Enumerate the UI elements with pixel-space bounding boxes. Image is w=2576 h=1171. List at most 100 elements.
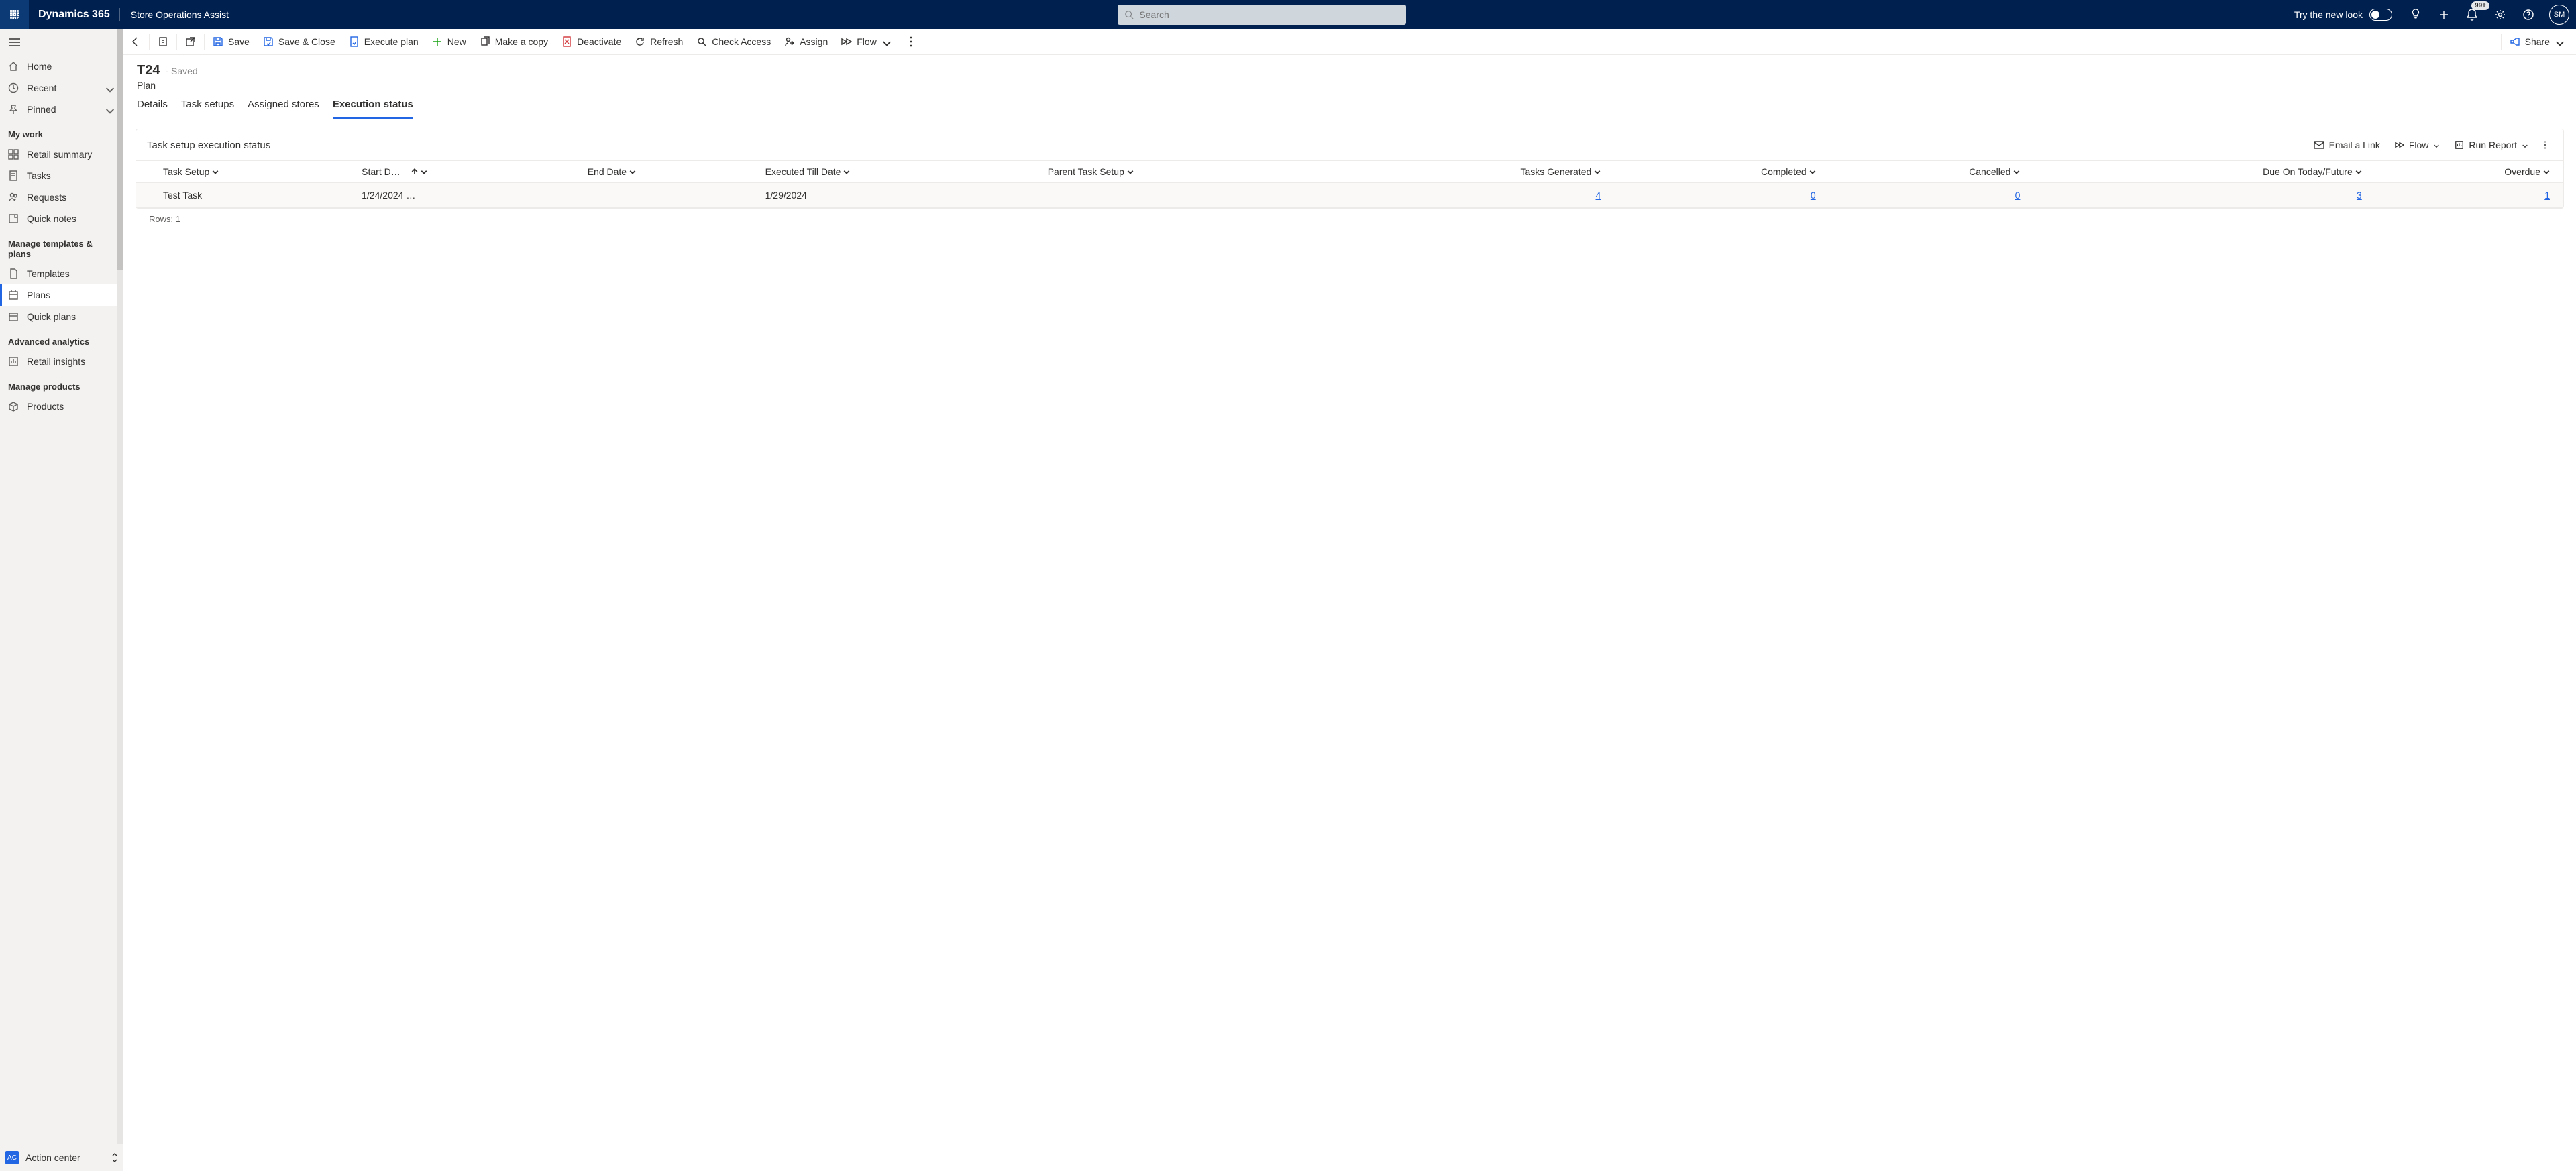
- chevron-down-icon: [2522, 142, 2528, 148]
- record-title: T24: [137, 63, 160, 78]
- copy-icon: [480, 36, 490, 47]
- sidebar-item-retail-summary[interactable]: Retail summary: [0, 144, 123, 165]
- toggle-switch[interactable]: [2369, 9, 2392, 21]
- sidebar-label: Pinned: [27, 104, 56, 115]
- sidebar-item-pinned[interactable]: Pinned: [0, 99, 123, 120]
- access-icon: [696, 36, 707, 47]
- make-copy-button[interactable]: Make a copy: [473, 29, 555, 55]
- col-end-date[interactable]: End Date: [581, 161, 759, 183]
- sidebar-item-plans[interactable]: Plans: [0, 284, 123, 306]
- sidebar-group-templates: Manage templates & plans: [0, 229, 123, 263]
- col-start-date[interactable]: Start D…: [355, 161, 581, 183]
- assign-icon: [784, 36, 795, 47]
- tab-assigned-stores[interactable]: Assigned stores: [248, 99, 319, 119]
- chevron-down-icon: [105, 104, 115, 115]
- new-button[interactable]: New: [425, 29, 473, 55]
- col-parent-task[interactable]: Parent Task Setup: [1041, 161, 1326, 183]
- col-due-today-future[interactable]: Due On Today/Future: [2033, 161, 2375, 183]
- sidebar-item-templates[interactable]: Templates: [0, 263, 123, 284]
- save-button[interactable]: Save: [206, 29, 256, 55]
- user-avatar[interactable]: SM: [2549, 5, 2569, 25]
- subgrid-flow-button[interactable]: Flow: [2390, 137, 2446, 153]
- sidebar-group-products: Manage products: [0, 372, 123, 396]
- deactivate-icon: [561, 36, 572, 47]
- save-close-button[interactable]: Save & Close: [256, 29, 342, 55]
- more-commands-button[interactable]: [899, 29, 923, 55]
- tab-task-setups[interactable]: Task setups: [181, 99, 234, 119]
- sidebar-label: Retail insights: [27, 356, 85, 367]
- run-report-button[interactable]: Run Report: [2449, 137, 2534, 153]
- action-center-label: Action center: [25, 1152, 80, 1163]
- notifications-button[interactable]: 99+: [2458, 0, 2486, 29]
- share-button[interactable]: Share: [2503, 29, 2572, 55]
- col-cancelled[interactable]: Cancelled: [1829, 161, 2034, 183]
- arrow-left-icon: [130, 36, 141, 47]
- help-button[interactable]: [2514, 0, 2542, 29]
- try-new-look-toggle[interactable]: Try the new look: [2285, 9, 2402, 21]
- chevron-down-icon: [2433, 142, 2440, 148]
- note-icon: [8, 213, 19, 224]
- calendar2-icon: [8, 311, 19, 322]
- sidebar-label: Templates: [27, 268, 70, 279]
- tab-execution-status[interactable]: Execution status: [333, 99, 413, 119]
- global-search[interactable]: [1118, 5, 1406, 25]
- sidebar-label: Requests: [27, 192, 66, 203]
- link-overdue[interactable]: 1: [2544, 190, 2550, 201]
- table-row[interactable]: Test Task 1/24/2024 … 1/29/2024 4 0 0 3 …: [136, 183, 2563, 208]
- flow-icon: [2395, 140, 2404, 150]
- settings-button[interactable]: [2486, 0, 2514, 29]
- sidebar-footer-action-center[interactable]: AC Action center: [0, 1144, 123, 1171]
- cell-executed-till: 1/29/2024: [759, 183, 1041, 208]
- col-tasks-generated[interactable]: Tasks Generated: [1326, 161, 1615, 183]
- email-link-button[interactable]: Email a Link: [2308, 137, 2385, 153]
- try-new-label: Try the new look: [2294, 9, 2363, 20]
- sidebar-label: Plans: [27, 290, 50, 300]
- link-completed[interactable]: 0: [1811, 190, 1816, 201]
- add-button[interactable]: [2430, 0, 2458, 29]
- sidebar-scrollbar-thumb[interactable]: [117, 29, 123, 270]
- assign-button[interactable]: Assign: [777, 29, 835, 55]
- cell-parent-task: [1041, 183, 1326, 208]
- cell-start-date: 1/24/2024 …: [355, 183, 581, 208]
- app-launcher-button[interactable]: [0, 0, 29, 29]
- link-due-today-future[interactable]: 3: [2357, 190, 2362, 201]
- lightbulb-button[interactable]: [2402, 0, 2430, 29]
- subgrid-more-button[interactable]: [2538, 138, 2553, 152]
- report-icon: [2455, 140, 2464, 150]
- col-overdue[interactable]: Overdue: [2375, 161, 2563, 183]
- deactivate-button[interactable]: Deactivate: [555, 29, 628, 55]
- back-button[interactable]: [123, 29, 148, 55]
- execute-plan-button[interactable]: Execute plan: [342, 29, 425, 55]
- mail-icon: [2314, 141, 2324, 149]
- search-input[interactable]: [1139, 9, 1399, 20]
- sidebar-item-home[interactable]: Home: [0, 56, 123, 77]
- sidebar-item-retail-insights[interactable]: Retail insights: [0, 351, 123, 372]
- sidebar-item-quick-plans[interactable]: Quick plans: [0, 306, 123, 327]
- sidebar-item-recent[interactable]: Recent: [0, 77, 123, 99]
- sidebar-label: Retail summary: [27, 149, 92, 160]
- share-icon: [2510, 36, 2520, 47]
- sidebar-item-quick-notes[interactable]: Quick notes: [0, 208, 123, 229]
- hamburger-icon[interactable]: [9, 38, 20, 46]
- search-icon: [1124, 10, 1134, 19]
- sidebar-label: Tasks: [27, 170, 51, 181]
- tab-details[interactable]: Details: [137, 99, 168, 119]
- col-executed-till[interactable]: Executed Till Date: [759, 161, 1041, 183]
- flow-button[interactable]: Flow: [835, 29, 899, 55]
- sidebar-group-mywork: My work: [0, 120, 123, 144]
- col-task-setup[interactable]: Task Setup: [156, 161, 355, 183]
- link-tasks-generated[interactable]: 4: [1596, 190, 1601, 201]
- refresh-button[interactable]: Refresh: [628, 29, 690, 55]
- link-cancelled[interactable]: 0: [2015, 190, 2021, 201]
- col-completed[interactable]: Completed: [1614, 161, 1829, 183]
- open-record-set-button[interactable]: [151, 29, 175, 55]
- popout-button[interactable]: [178, 29, 203, 55]
- sidebar-item-tasks[interactable]: Tasks: [0, 165, 123, 186]
- check-access-button[interactable]: Check Access: [690, 29, 777, 55]
- sidebar-item-products[interactable]: Products: [0, 396, 123, 417]
- flow-icon: [841, 36, 852, 47]
- sidebar-label: Products: [27, 401, 64, 412]
- sidebar-item-requests[interactable]: Requests: [0, 186, 123, 208]
- people-icon: [8, 192, 19, 203]
- save-icon: [213, 36, 223, 47]
